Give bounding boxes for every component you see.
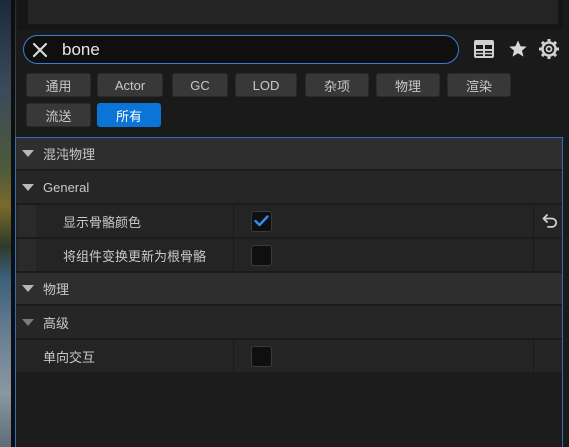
property-row-show-bone-colors: 显示骨骼颜色 [16,205,562,238]
update-transform-root-bone-checkbox[interactable] [251,244,272,266]
filter-general-button[interactable]: 通用 [26,73,91,97]
subcategory-general[interactable]: General [16,171,562,204]
filter-misc-button[interactable]: 杂项 [305,73,369,97]
expand-triangle-icon[interactable] [22,150,34,157]
property-label: 单向交互 [43,349,96,365]
search-input[interactable] [62,39,442,60]
filter-gc-button[interactable]: GC [172,73,228,97]
expand-triangle-icon[interactable] [22,318,34,326]
property-label: 显示骨骼颜色 [63,214,142,230]
favorites-star-icon[interactable] [507,38,529,60]
subcategory-advanced[interactable]: 高级 [16,306,562,339]
expand-triangle-icon[interactable] [22,285,34,292]
show-bone-colors-checkbox[interactable] [251,210,272,232]
category-label: 混沌物理 [43,147,96,162]
filter-rendering-button[interactable]: 渲染 [447,73,511,97]
filter-streaming-button[interactable]: 流送 [26,103,91,127]
subcategory-label: General [43,179,90,195]
category-label: 物理 [43,282,70,297]
panel-empty-area [16,372,562,447]
property-label: 将组件变换更新为根骨骼 [63,248,207,264]
one-way-interaction-checkbox[interactable] [251,345,272,367]
category-physics[interactable]: 物理 [16,273,562,305]
filter-actor-button[interactable]: Actor [97,73,163,97]
level-viewport-edge [0,0,16,447]
subcategory-label: 高级 [43,315,70,331]
filter-lod-button[interactable]: LOD [235,73,297,97]
settings-gear-icon[interactable] [538,38,560,60]
filter-all-button[interactable]: 所有 [97,103,161,127]
search-box[interactable] [23,35,459,64]
property-row-one-way-interaction: 单向交互 [16,340,562,373]
table-view-icon[interactable] [473,38,495,60]
top-toolbar-area [18,0,563,30]
filter-physics-button[interactable]: 物理 [376,73,440,97]
reset-to-default-icon[interactable] [541,212,559,230]
clear-search-icon[interactable] [26,36,54,63]
category-chaos-physics[interactable]: 混沌物理 [16,138,562,170]
details-panel: 混沌物理 General 显示骨骼颜色 将组件变换更新为根骨骼 物理 高级 单向… [15,137,563,447]
expand-triangle-icon[interactable] [22,183,34,191]
property-row-update-transform-root-bone: 将组件变换更新为根骨骼 [16,239,562,272]
